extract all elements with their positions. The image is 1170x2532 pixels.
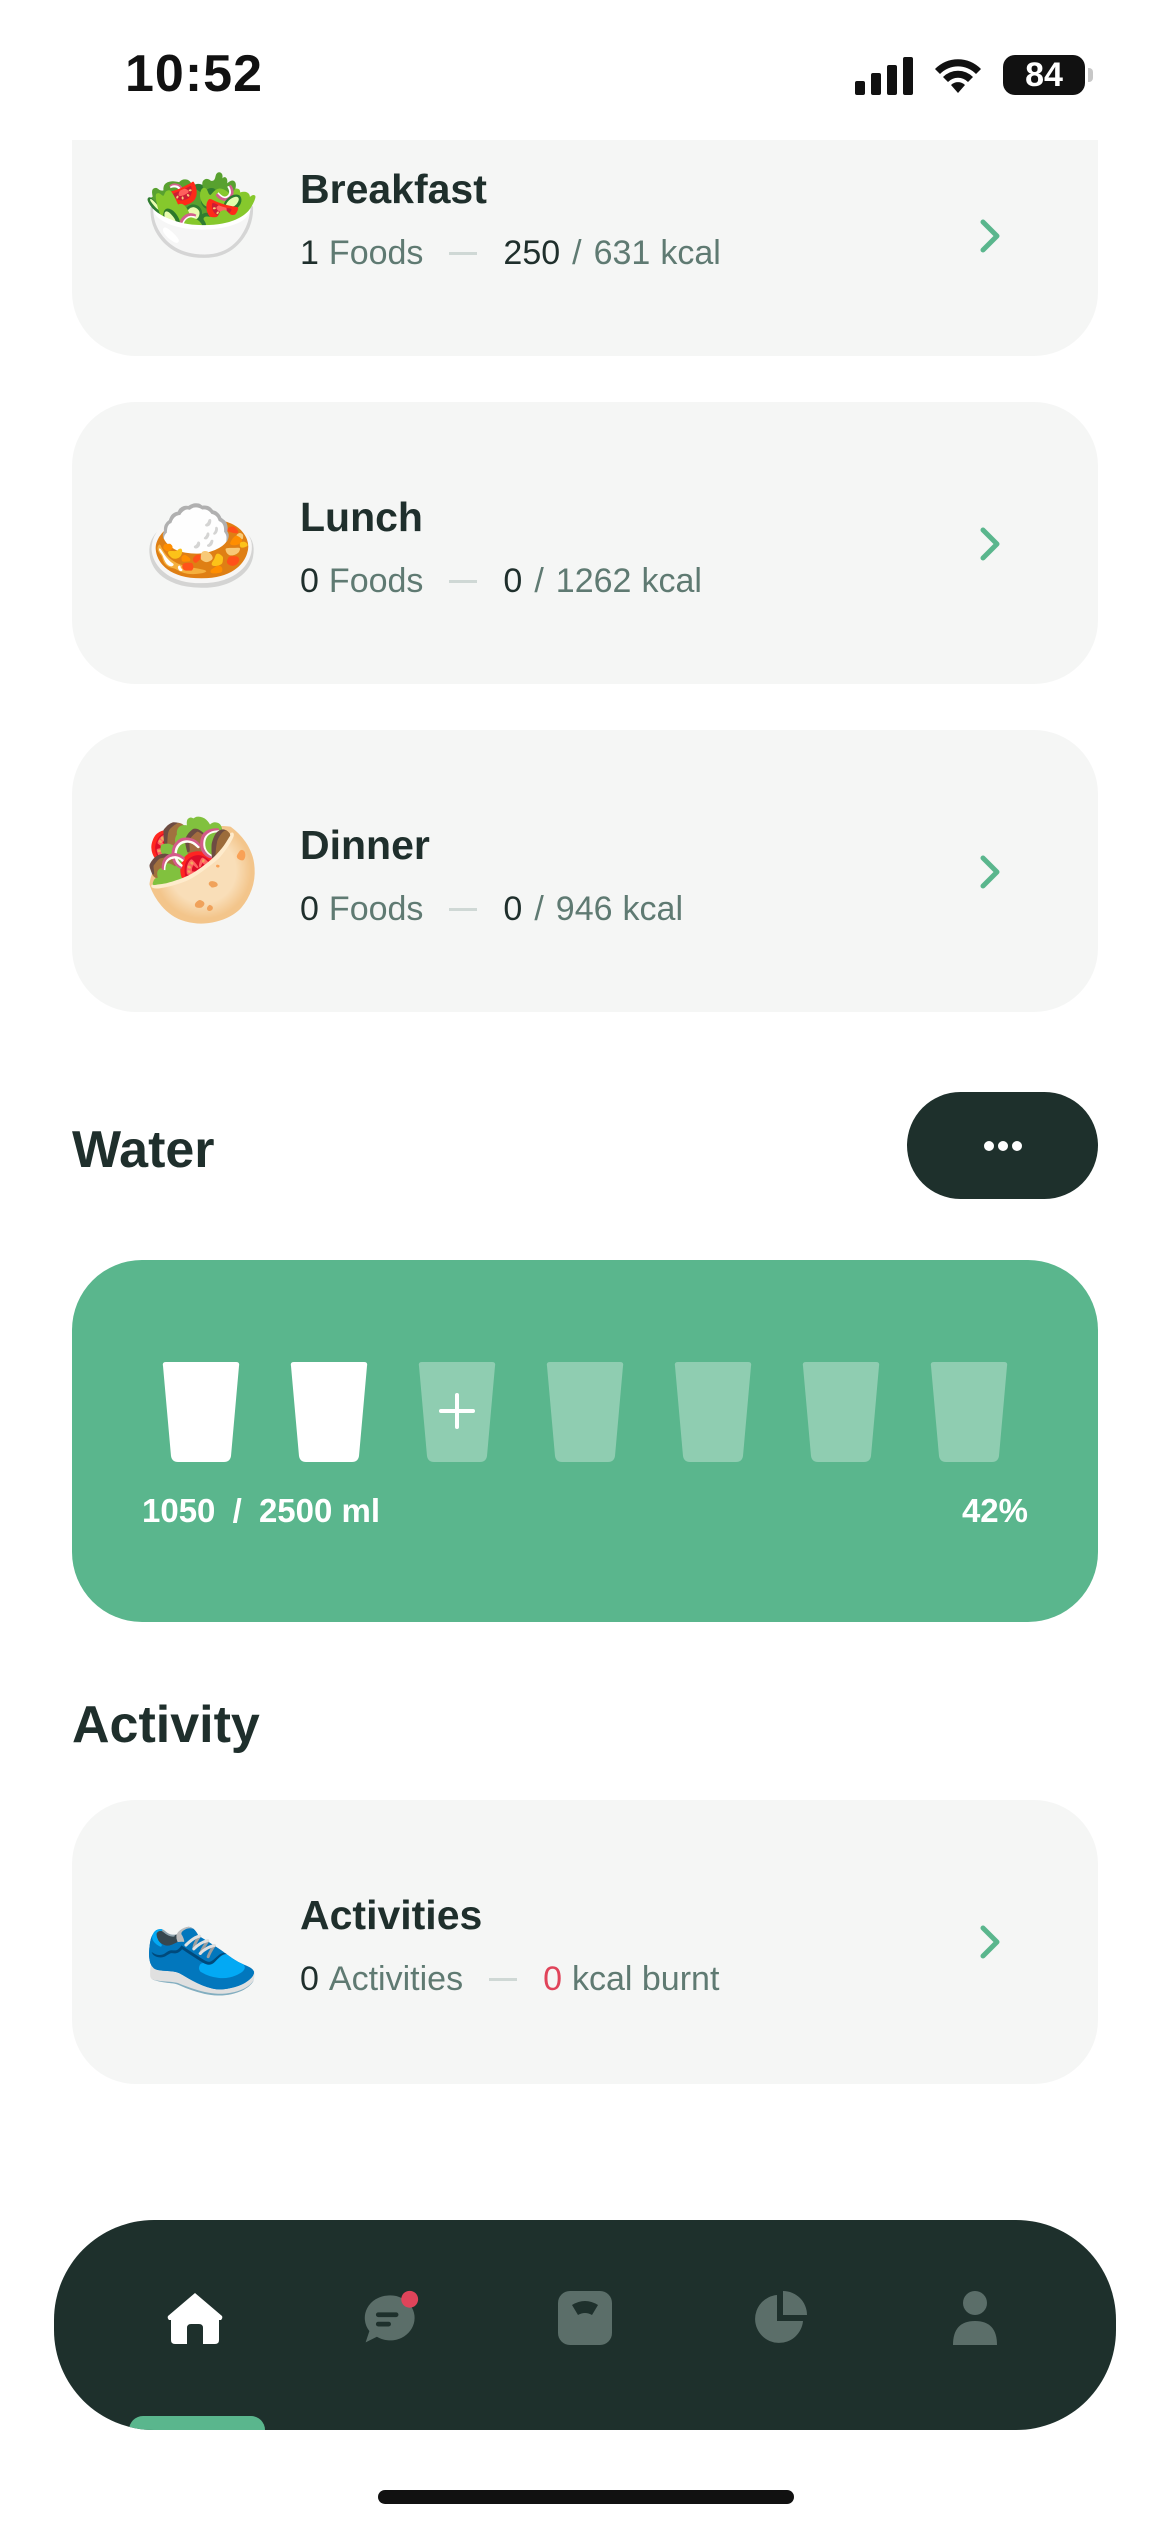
kcal-goal: 631 <box>593 234 651 272</box>
meal-card-dinner[interactable]: 🥙 Dinner 0 Foods 0 / 946 kcal <box>72 730 1098 1012</box>
water-goal: 2500 <box>258 1492 333 1529</box>
home-icon <box>167 2293 223 2344</box>
kcal-unit: kcal <box>622 890 683 928</box>
meal-card-breakfast[interactable]: 🥗 Breakfast 1 Foods 250 / 631 kcal <box>72 120 1098 356</box>
water-cup-filled-icon <box>162 1362 240 1462</box>
home-indicator <box>378 2490 794 2504</box>
notification-dot <box>401 2290 419 2308</box>
ellipsis-icon <box>983 1140 1022 1151</box>
curry-rice-icon: 🍛 <box>142 492 262 599</box>
kcal-unit: kcal <box>660 234 721 272</box>
separator <box>449 580 478 583</box>
nav-profile[interactable] <box>945 2288 1005 2348</box>
add-water-cup-button[interactable] <box>416 1360 498 1464</box>
water-tracker-card: 1050 / 2500 ml 42% <box>72 1260 1098 1622</box>
kcal-burnt-label: kcal burnt <box>571 1960 720 1998</box>
active-tab-indicator <box>129 2416 265 2430</box>
kcal-eaten: 0 <box>503 890 523 928</box>
activities-title: Activities <box>300 1892 483 1938</box>
chat-icon <box>364 2290 419 2343</box>
separator <box>489 1978 518 1981</box>
chevron-right-icon <box>980 219 1000 253</box>
chevron-right-icon <box>980 855 1000 889</box>
profile-icon <box>953 2291 997 2345</box>
bottom-nav <box>54 2220 1116 2430</box>
water-percent: 42% <box>961 1492 1028 1529</box>
meal-title: Dinner <box>300 822 430 868</box>
battery-icon: 84 <box>1003 55 1093 95</box>
pie-chart-icon <box>755 2291 807 2343</box>
foods-label: Foods <box>328 234 424 272</box>
activity-section-title: Activity <box>72 1696 260 1754</box>
scale-icon <box>558 2291 612 2345</box>
foods-label: Foods <box>328 890 424 928</box>
kcal-burnt-value: 0 <box>543 1960 562 1998</box>
water-more-button[interactable] <box>907 1092 1098 1199</box>
water-unit: ml <box>341 1492 381 1529</box>
water-cup-empty-icon <box>546 1362 624 1462</box>
meal-summary: 0 Foods 0 / 946 kcal <box>300 890 683 928</box>
salad-icon: 🥗 <box>142 162 262 269</box>
kcal-unit: kcal <box>641 562 702 600</box>
stuffed-flatbread-icon: 🥙 <box>142 818 262 925</box>
meal-card-lunch[interactable]: 🍛 Lunch 0 Foods 0 / 1262 kcal <box>72 402 1098 684</box>
water-cup-empty-icon <box>674 1362 752 1462</box>
foods-count: 1 <box>300 234 319 272</box>
water-cup-empty-icon <box>802 1362 880 1462</box>
kcal-eaten: 250 <box>503 234 561 272</box>
battery-level: 84 <box>1025 55 1063 94</box>
kcal-eaten: 0 <box>503 562 523 600</box>
separator <box>449 908 478 911</box>
meal-summary: 1 Foods 250 / 631 kcal <box>300 234 721 272</box>
meal-summary: 0 Foods 0 / 1262 kcal <box>300 562 702 600</box>
water-amount: 1050 / 2500 ml <box>142 1492 381 1529</box>
water-cup-filled-icon <box>290 1362 368 1462</box>
activities-label: Activities <box>328 1960 464 1998</box>
status-icons: 84 <box>855 55 1093 95</box>
nav-home[interactable] <box>165 2288 225 2348</box>
water-consumed: 1050 <box>142 1492 216 1529</box>
status-bar: 10:52 84 <box>0 0 1170 140</box>
nav-chat[interactable] <box>360 2288 420 2348</box>
sneaker-icon: 👟 <box>142 1890 262 1997</box>
foods-count: 0 <box>300 562 319 600</box>
foods-label: Foods <box>328 562 424 600</box>
water-cup-empty-icon <box>930 1362 1008 1462</box>
activities-card[interactable]: 👟 Activities 0 Activities 0 kcal burnt <box>72 1800 1098 2084</box>
nav-stats[interactable] <box>750 2288 810 2348</box>
cellular-signal-icon <box>855 55 913 95</box>
status-time: 10:52 <box>125 45 263 103</box>
water-section-title: Water <box>72 1121 215 1179</box>
foods-count: 0 <box>300 890 319 928</box>
chevron-right-icon <box>980 1925 1000 1959</box>
separator <box>449 252 478 255</box>
chevron-right-icon <box>980 527 1000 561</box>
meal-title: Breakfast <box>300 166 487 212</box>
plus-icon <box>455 1393 459 1429</box>
meal-title: Lunch <box>300 494 423 540</box>
nav-scale[interactable] <box>555 2288 615 2348</box>
wifi-icon <box>935 59 981 93</box>
activities-count: 0 <box>300 1960 319 1998</box>
kcal-goal: 1262 <box>555 562 632 600</box>
activities-summary: 0 Activities 0 kcal burnt <box>300 1960 719 1999</box>
kcal-goal: 946 <box>555 890 613 928</box>
